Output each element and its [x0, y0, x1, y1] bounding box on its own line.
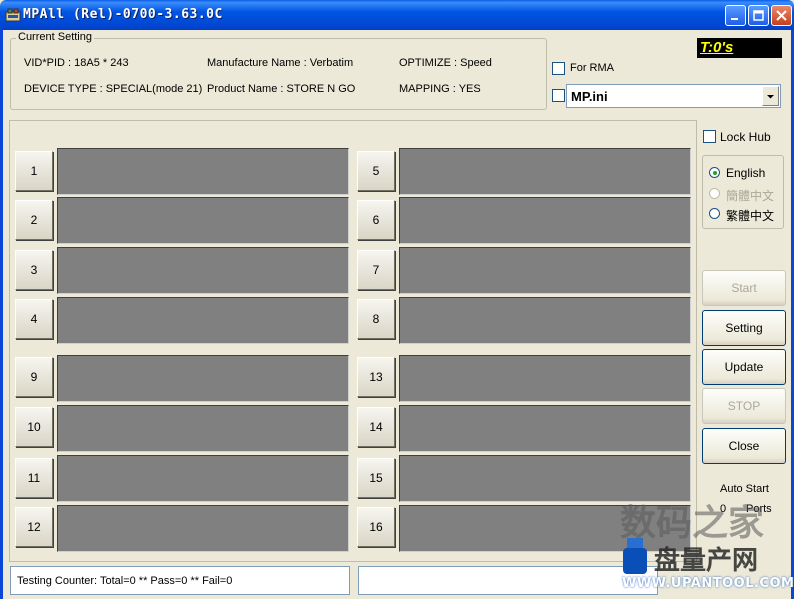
close-button[interactable]: Close — [702, 428, 786, 464]
port-button-16[interactable]: 16 — [357, 507, 395, 547]
english-label: English — [726, 166, 766, 180]
close-window-button[interactable] — [771, 5, 792, 26]
window-frame-left — [0, 30, 3, 599]
port-button-12[interactable]: 12 — [15, 507, 53, 547]
testing-counter-status: Testing Counter: Total=0 ** Pass=0 ** Fa… — [10, 566, 350, 595]
port-button-13[interactable]: 13 — [357, 357, 395, 397]
ini-file-select[interactable]: MP.ini — [566, 84, 781, 108]
minimize-button[interactable] — [725, 5, 746, 26]
port-status-1 — [57, 148, 349, 195]
mapping-info: MAPPING : YES — [399, 83, 481, 95]
ini-checkbox[interactable] — [552, 89, 565, 102]
status-message — [358, 566, 658, 595]
port-status-2 — [57, 197, 349, 244]
timer-display: T:0's — [697, 38, 782, 58]
port-button-11[interactable]: 11 — [15, 458, 53, 498]
simplified-chinese-label: 簡體中文 — [726, 189, 775, 203]
port-button-1[interactable]: 1 — [15, 151, 53, 191]
chevron-down-icon — [767, 95, 774, 99]
port-button-3[interactable]: 3 — [15, 250, 53, 290]
ini-file-value: MP.ini — [571, 89, 608, 104]
port-status-9 — [57, 355, 349, 402]
port-status-11 — [57, 455, 349, 502]
port-button-2[interactable]: 2 — [15, 200, 53, 240]
current-setting-legend: Current Setting — [16, 31, 94, 43]
port-status-13 — [399, 355, 691, 402]
for-rma-label: For RMA — [570, 62, 614, 74]
setting-button[interactable]: Setting — [702, 310, 786, 346]
port-status-3 — [57, 247, 349, 294]
port-button-7[interactable]: 7 — [357, 250, 395, 290]
port-status-14 — [399, 405, 691, 452]
traditional-chinese-label: 繁體中文 — [726, 209, 775, 223]
ini-dropdown-button[interactable] — [762, 86, 779, 106]
auto-start-label: Auto Start — [720, 483, 769, 495]
port-status-12 — [57, 505, 349, 552]
maximize-button[interactable] — [748, 5, 769, 26]
port-button-9[interactable]: 9 — [15, 357, 53, 397]
port-status-7 — [399, 247, 691, 294]
lock-hub-checkbox[interactable] — [703, 130, 716, 143]
port-status-4 — [57, 297, 349, 344]
auto-start-value[interactable]: 0 — [720, 503, 726, 515]
lock-hub-label: Lock Hub — [720, 130, 771, 144]
window-title: MPAll (Rel)-0700-3.63.0C — [23, 7, 223, 22]
port-status-16 — [399, 505, 691, 552]
simplified-chinese-radio[interactable] — [709, 188, 720, 199]
port-button-10[interactable]: 10 — [15, 407, 53, 447]
english-radio[interactable] — [709, 167, 720, 178]
manufacture-info: Manufacture Name : Verbatim — [207, 57, 354, 69]
app-icon — [5, 7, 21, 23]
port-status-6 — [399, 197, 691, 244]
port-button-6[interactable]: 6 — [357, 200, 395, 240]
for-rma-checkbox[interactable] — [552, 62, 565, 75]
current-setting-group — [10, 38, 547, 110]
title-bar[interactable]: MPAll (Rel)-0700-3.63.0C — [0, 0, 794, 30]
maximize-icon — [753, 10, 764, 21]
minimize-icon — [731, 18, 738, 20]
port-button-14[interactable]: 14 — [357, 407, 395, 447]
port-button-4[interactable]: 4 — [15, 299, 53, 339]
vid-pid-info: VID*PID : 18A5 * 243 — [24, 57, 129, 69]
port-status-15 — [399, 455, 691, 502]
port-button-15[interactable]: 15 — [357, 458, 395, 498]
update-button[interactable]: Update — [702, 349, 786, 385]
port-status-8 — [399, 297, 691, 344]
port-status-5 — [399, 148, 691, 195]
product-info: Product Name : STORE N GO — [207, 83, 356, 95]
port-status-10 — [57, 405, 349, 452]
stop-button[interactable]: STOP — [702, 388, 786, 424]
traditional-chinese-radio[interactable] — [709, 208, 720, 219]
device-type-info: DEVICE TYPE : SPECIAL(mode 21) — [24, 83, 203, 95]
close-icon — [776, 10, 787, 21]
start-button[interactable]: Start — [702, 270, 786, 306]
optimize-info: OPTIMIZE : Speed — [399, 57, 492, 69]
port-button-8[interactable]: 8 — [357, 299, 395, 339]
auto-start-unit: Ports — [746, 503, 772, 515]
port-button-5[interactable]: 5 — [357, 151, 395, 191]
